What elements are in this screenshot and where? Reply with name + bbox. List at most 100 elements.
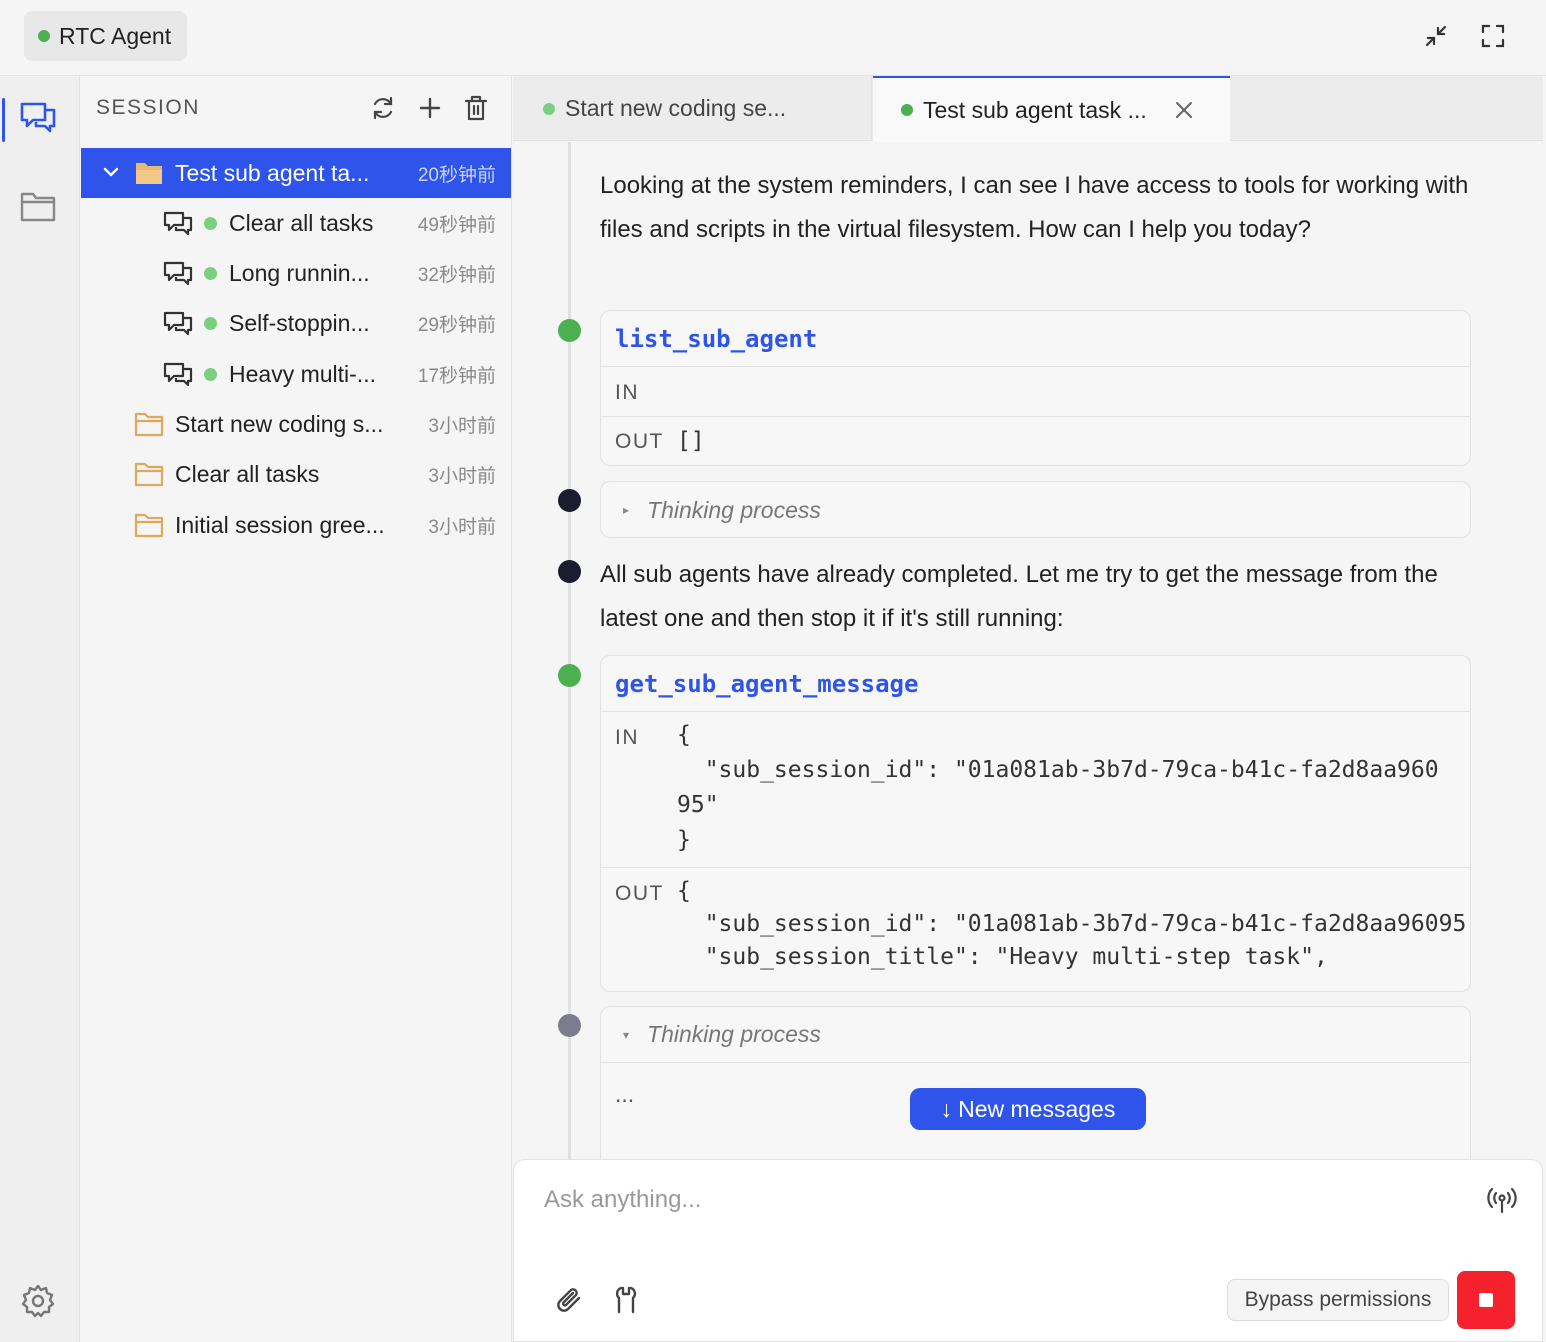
folder-open-icon [136, 163, 162, 184]
sub-session-item-long-running[interactable]: Long runnin... 32秒钟前 [81, 248, 511, 298]
close-icon[interactable] [1172, 98, 1196, 122]
tab-status-dot [543, 102, 555, 115]
in-label: IN [615, 726, 639, 749]
session-time: 3小时前 [428, 415, 496, 437]
session-time: 3小时前 [428, 516, 496, 538]
session-label: Test sub agent ta... [175, 159, 370, 186]
tool-icon[interactable] [610, 1284, 642, 1316]
tab-status-dot [901, 104, 913, 116]
timeline-line [568, 142, 571, 1160]
new-messages-label: New messages [958, 1095, 1116, 1122]
session-header: SESSION [81, 76, 512, 140]
prompt-input[interactable] [544, 1180, 1444, 1220]
thinking-body: ... [615, 1081, 635, 1107]
session-label: Self-stoppin... [229, 309, 370, 336]
tool-status-dot [558, 664, 581, 687]
out-label: OUT [615, 882, 664, 905]
agent-name: RTC Agent [59, 22, 172, 49]
stop-button[interactable] [1457, 1271, 1515, 1329]
chat-transcript: Looking at the system reminders, I can s… [513, 142, 1543, 1160]
out-line: "sub_session_title": "Heavy multi-step t… [677, 944, 1328, 970]
chat-bubbles-icon [163, 211, 193, 236]
out-line: { [677, 878, 691, 904]
agent-status-dot [38, 30, 50, 42]
folder-icon [134, 513, 164, 538]
bypass-permissions-button[interactable]: Bypass permissions [1227, 1279, 1449, 1321]
activity-rail [0, 76, 80, 1342]
trash-icon[interactable] [462, 94, 490, 122]
chat-bubbles-icon [163, 362, 193, 387]
collapse-icon[interactable] [1420, 20, 1452, 52]
chevron-down-icon[interactable] [101, 162, 121, 182]
tool-input-row: IN [601, 367, 1470, 417]
session-label: Clear all tasks [175, 460, 320, 487]
composer: Bypass permissions [513, 1159, 1543, 1342]
session-item-start-new-coding[interactable]: Start new coding s... 3小时前 [81, 399, 511, 449]
in-line: } [677, 827, 691, 853]
tab-start-new-coding[interactable]: Start new coding se... [513, 76, 872, 141]
stop-icon [1479, 1293, 1493, 1307]
tab-label: Start new coding se... [565, 95, 787, 121]
session-time: 32秒钟前 [417, 264, 496, 286]
thinking-card[interactable]: ▸ Thinking process [600, 481, 1471, 538]
session-item-initial-greeting[interactable]: Initial session gree... 3小时前 [81, 500, 511, 550]
refresh-icon[interactable] [369, 94, 397, 122]
session-label: Initial session gree... [175, 511, 385, 538]
chat-bubbles-icon [163, 261, 193, 286]
new-messages-button[interactable]: ↓ New messages [910, 1088, 1146, 1130]
session-label: Heavy multi-... [229, 360, 376, 387]
fullscreen-icon[interactable] [1477, 20, 1509, 52]
thinking-label: Thinking process [647, 496, 821, 523]
tab-label: Test sub agent task ... [923, 96, 1147, 123]
tool-output-row: OUT { "sub_session_id": "01a081ab-3b7d-7… [601, 868, 1470, 991]
thinking-toggle[interactable]: ▾ Thinking process [601, 1007, 1470, 1063]
session-item-clear-all-tasks[interactable]: Clear all tasks 3小时前 [81, 449, 511, 499]
thinking-status-dot [558, 1014, 581, 1037]
tab-bar: Start new coding se... Test sub agent ta… [513, 76, 1543, 142]
in-line: { [677, 722, 691, 748]
session-time: 49秒钟前 [417, 214, 496, 236]
tool-name[interactable]: get_sub_agent_message [601, 656, 1470, 712]
antenna-icon[interactable] [1486, 1184, 1518, 1216]
agent-badge[interactable]: RTC Agent [24, 11, 188, 61]
chat-bubbles-icon[interactable] [18, 98, 58, 138]
session-item-test-sub-agent[interactable]: Test sub agent ta... 20秒钟前 [81, 148, 511, 198]
sub-session-item-heavy-multi[interactable]: Heavy multi-... 17秒钟前 [81, 349, 511, 399]
rail-active-indicator [2, 98, 5, 142]
status-dot [204, 267, 217, 280]
tool-status-dot [558, 319, 581, 342]
tool-call-card-list-sub-agent: list_sub_agent IN OUT [] [600, 310, 1471, 466]
in-line: "sub_session_id": "01a081ab-3b7d-79ca-b4… [677, 757, 1439, 783]
assistant-message: All sub agents have already completed. L… [600, 561, 1438, 632]
tab-test-sub-agent[interactable]: Test sub agent task ... [873, 76, 1230, 142]
main-pane: Start new coding se... Test sub agent ta… [513, 76, 1546, 1342]
folder-icon [134, 412, 164, 437]
session-sidebar: SESSION Test sub agent ta... 20秒钟前 Clear… [81, 76, 512, 1342]
tool-output-row: OUT [] [601, 417, 1470, 465]
sub-session-item-clear-all-tasks[interactable]: Clear all tasks 49秒钟前 [81, 198, 511, 248]
tool-name[interactable]: list_sub_agent [601, 311, 1470, 367]
in-line: 95" [677, 792, 719, 818]
session-label: Long runnin... [229, 259, 370, 286]
top-bar: RTC Agent [0, 0, 1546, 76]
plus-icon[interactable] [416, 94, 444, 122]
caret-down-icon: ▾ [623, 1027, 630, 1042]
app-window: RTC Agent SESSION Test sub agent ta... 2… [0, 0, 1546, 1342]
paperclip-icon[interactable] [554, 1284, 586, 1316]
out-label: OUT [615, 430, 664, 453]
arrow-down-icon: ↓ [940, 1095, 953, 1122]
caret-right-icon: ▸ [623, 503, 630, 517]
tool-call-card-get-sub-agent-message: get_sub_agent_message IN { "sub_session_… [600, 655, 1471, 992]
status-dot [204, 368, 217, 381]
out-value: [] [677, 428, 705, 454]
session-time: 3小时前 [428, 465, 496, 487]
session-label: Clear all tasks [229, 209, 374, 236]
folder-icon [134, 462, 164, 487]
thinking-card-expanded: ▾ Thinking process ... [600, 1006, 1471, 1160]
sub-session-item-self-stopping[interactable]: Self-stoppin... 29秒钟前 [81, 298, 511, 348]
session-time: 29秒钟前 [417, 314, 496, 336]
thinking-toggle[interactable]: ▸ Thinking process [601, 482, 1470, 537]
settings-gear-icon[interactable] [18, 1281, 58, 1321]
folder-icon[interactable] [18, 186, 58, 226]
session-title: SESSION [96, 96, 200, 119]
